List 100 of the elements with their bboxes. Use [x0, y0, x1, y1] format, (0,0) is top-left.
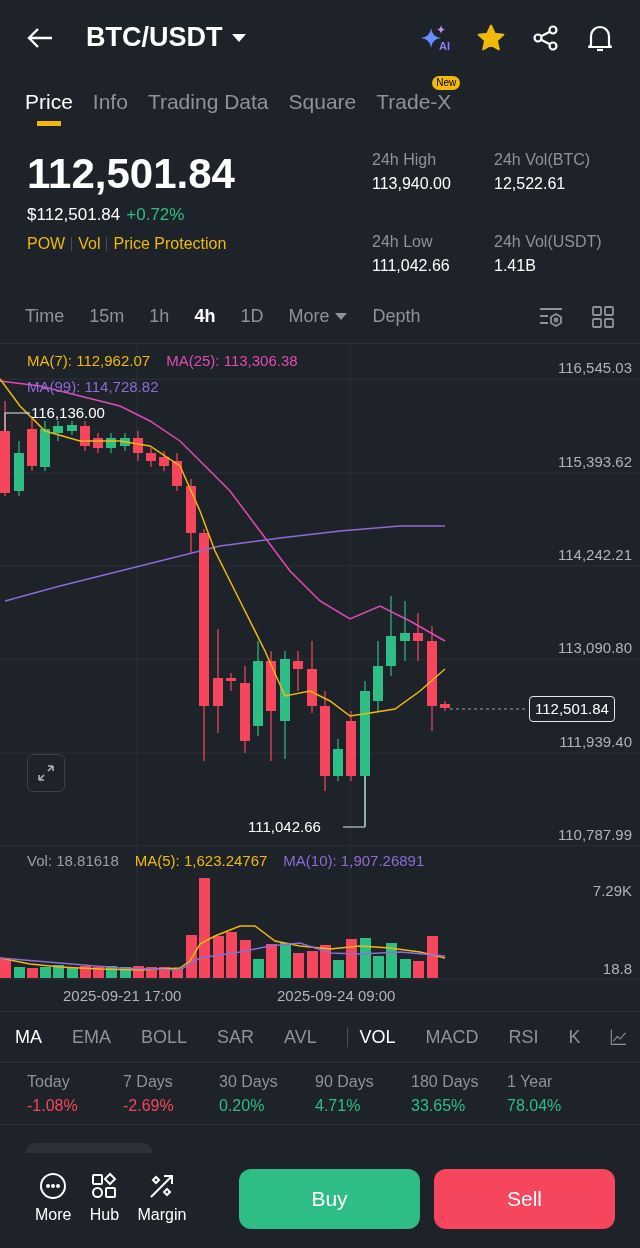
- price-axis-label: 116,545.03: [558, 358, 632, 378]
- price-axis-label: 114,242.21: [558, 545, 632, 565]
- period-label: 1 Year: [507, 1071, 554, 1092]
- period-change: -2.69%: [123, 1095, 175, 1116]
- indicator-tab[interactable]: BOLL: [141, 1023, 188, 1051]
- candle: [53, 420, 63, 442]
- candle: [133, 430, 143, 462]
- volume-bar: [53, 965, 64, 978]
- toolbar-action[interactable]: Hub: [89, 1171, 120, 1227]
- volume-bar: [120, 967, 131, 978]
- volume-bar: [240, 940, 251, 978]
- interval-tab[interactable]: 4h: [194, 303, 216, 330]
- tab[interactable]: Price: [25, 90, 73, 126]
- period-label: 30 Days: [219, 1071, 279, 1092]
- volume-bar: [172, 969, 183, 978]
- token-tag[interactable]: POW: [27, 231, 66, 256]
- indicator-tab[interactable]: AVL: [284, 1023, 317, 1051]
- candle: [67, 420, 77, 436]
- volume-bar: [213, 936, 224, 978]
- volume-indicator-label: MA(5): 1,623.24767: [134, 851, 268, 871]
- interval-tab[interactable]: 1h: [149, 303, 170, 330]
- indicator-tab[interactable]: MACD: [425, 1023, 479, 1051]
- period-label: 7 Days: [123, 1071, 174, 1092]
- period-change: 4.71%: [315, 1095, 362, 1116]
- low-price-marker: 111,042.66: [248, 817, 321, 837]
- period-label: 90 Days: [315, 1071, 375, 1092]
- volume-bar: [373, 956, 384, 978]
- sell-button[interactable]: Sell: [434, 1169, 615, 1229]
- token-tag[interactable]: Vol: [78, 231, 101, 256]
- volume-bar: [67, 968, 78, 978]
- tab[interactable]: Trading Data: [147, 90, 269, 114]
- volume-bar: [266, 944, 277, 978]
- back-arrow-icon[interactable]: [26, 25, 54, 50]
- volume-bar: [320, 945, 331, 978]
- stat-value: 1.41B: [494, 256, 537, 276]
- leader-line: [342, 775, 366, 828]
- indicator-tab[interactable]: VOL: [359, 1023, 396, 1051]
- tab[interactable]: Trade-X: [376, 90, 452, 114]
- grid-icon[interactable]: [591, 304, 615, 329]
- star-icon[interactable]: [476, 22, 506, 53]
- last-price: 112,501.84: [27, 149, 236, 199]
- volume-indicator-label: Vol: 18.81618: [27, 851, 119, 871]
- ai-assistant-button[interactable]: AI: [419, 23, 450, 52]
- volume-bar: [413, 961, 424, 978]
- interval-tab[interactable]: More: [288, 303, 348, 330]
- indicator-tab[interactable]: SAR: [217, 1023, 255, 1051]
- more-icon: [38, 1171, 69, 1201]
- price-axis-label: 115,393.62: [558, 452, 632, 472]
- candle: [93, 432, 103, 454]
- tab[interactable]: Info: [92, 90, 128, 114]
- volume-bar: [14, 967, 25, 978]
- volume-bar: [400, 959, 411, 978]
- candle: [440, 700, 450, 712]
- indicator-tab[interactable]: MA: [15, 1023, 42, 1051]
- volume-bar: [253, 959, 264, 978]
- toolbar-action[interactable]: Margin: [137, 1171, 187, 1227]
- candle: [14, 440, 24, 497]
- stat-label: 24h Vol(USDT): [494, 232, 603, 252]
- period-change: -1.08%: [27, 1095, 79, 1116]
- candle: [400, 600, 410, 662]
- period-label: 180 Days: [411, 1071, 480, 1092]
- token-tag[interactable]: Price Protection: [113, 231, 227, 256]
- candle: [80, 420, 90, 452]
- indicator-tab[interactable]: EMA: [72, 1023, 111, 1051]
- time-axis-label: 2025-09-21 17:00: [63, 985, 183, 1006]
- candle: [172, 452, 182, 492]
- volume-bar: [346, 939, 357, 978]
- volume-bar: [106, 966, 117, 978]
- period-change: 78.04%: [507, 1095, 563, 1116]
- volume-bar: [40, 967, 51, 978]
- interval-tab[interactable]: Depth: [372, 303, 421, 330]
- fiat-price: $112,501.84: [27, 204, 121, 226]
- share-icon[interactable]: [532, 23, 560, 52]
- interval-tab[interactable]: 1D: [240, 303, 264, 330]
- interval-tab[interactable]: 15m: [89, 303, 125, 330]
- period-label: Today: [27, 1071, 71, 1092]
- time-axis-label: 2025-09-24 09:00: [277, 985, 396, 1006]
- expand-icon[interactable]: [27, 754, 65, 792]
- pair-selector[interactable]: BTC/USDT: [86, 17, 247, 58]
- volume-bar: [93, 967, 104, 978]
- indicator-tab[interactable]: RSI: [508, 1023, 539, 1051]
- interval-tab[interactable]: Time: [25, 303, 65, 330]
- stat-label: 24h Low: [372, 232, 434, 252]
- candle: [40, 420, 50, 472]
- volume-bar: [0, 958, 11, 978]
- indicator-tab[interactable]: K: [568, 1023, 581, 1051]
- candle: [346, 710, 356, 782]
- candle: [226, 672, 236, 692]
- stat-value: 113,940.00: [372, 174, 452, 194]
- leader-line: [4, 412, 31, 432]
- moving-average-label: MA(25): 113,306.38: [166, 351, 298, 371]
- volume-axis-label: 18.8: [602, 959, 632, 979]
- candle: [333, 738, 343, 782]
- toolbar-action[interactable]: More: [35, 1171, 72, 1227]
- volume-bar: [360, 938, 371, 978]
- tab[interactable]: Square: [288, 90, 357, 114]
- moving-average-label: MA(7): 112,962.07: [27, 351, 151, 371]
- candle: [146, 447, 156, 468]
- volume-indicator-label: MA(10): 1,907.26891: [283, 851, 425, 871]
- volume-bar: [307, 951, 318, 978]
